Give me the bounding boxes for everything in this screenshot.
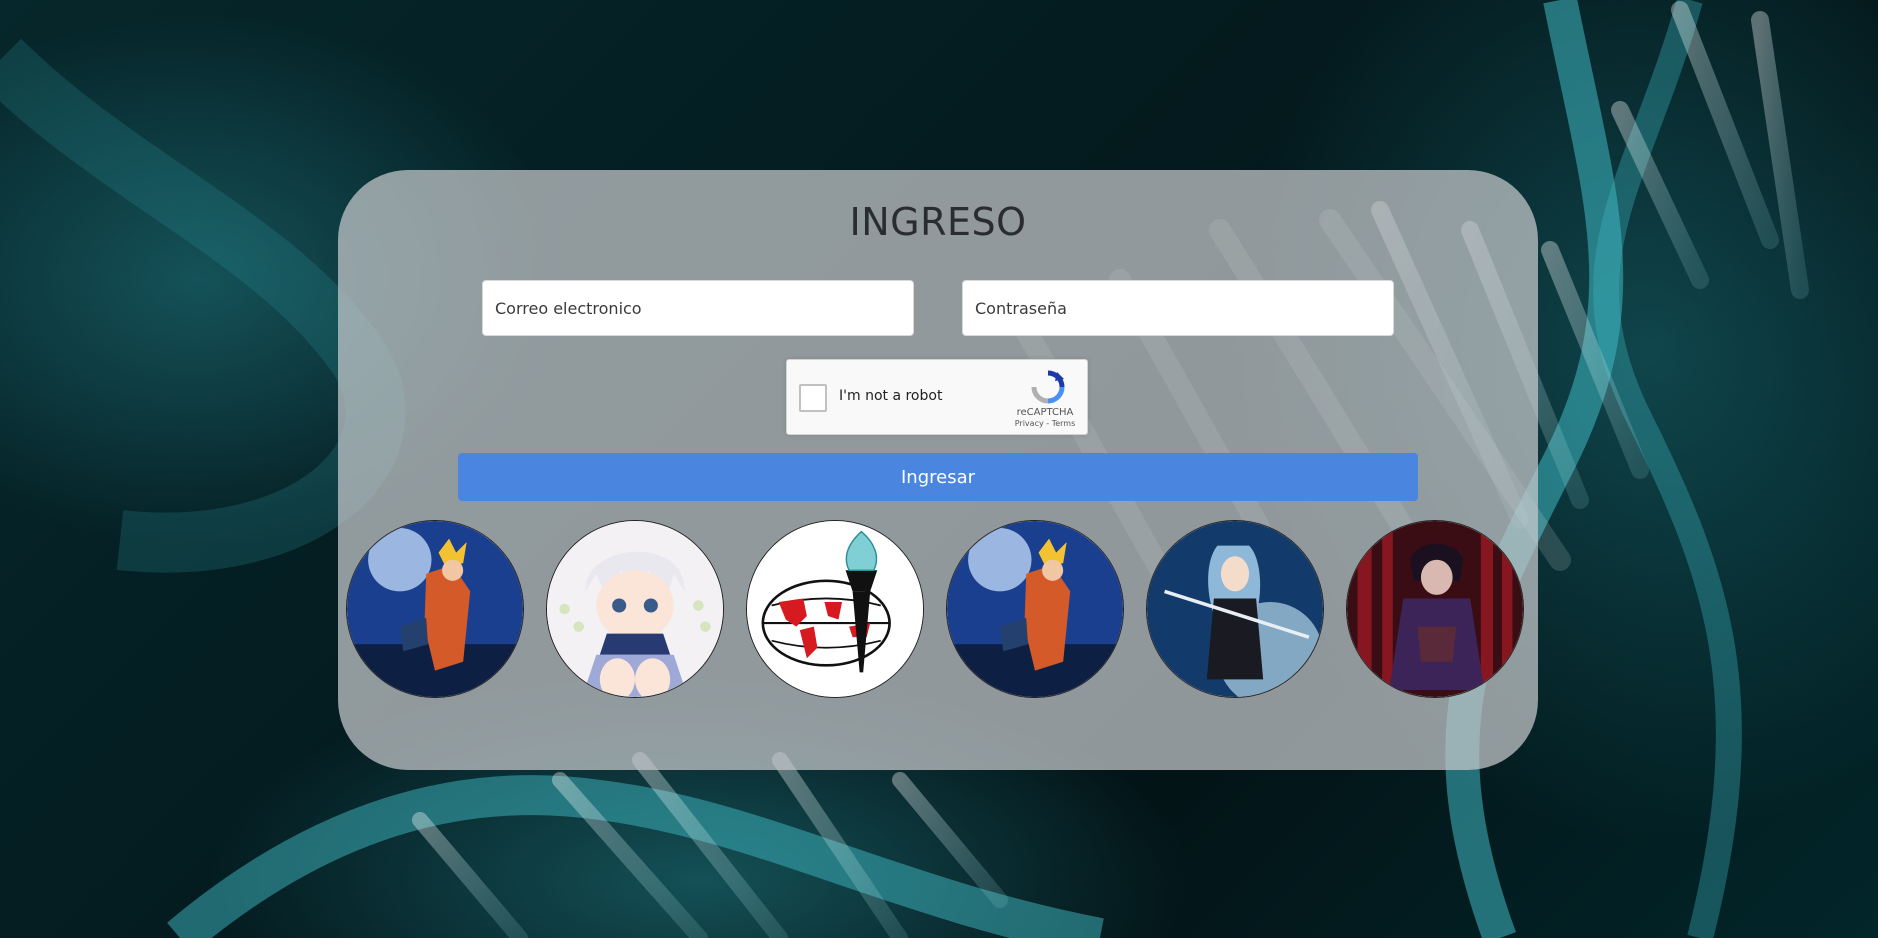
avatar-row [346,520,1536,700]
globe-torch-logo-icon [747,521,923,697]
avatar-white-hair-boy[interactable] [546,520,724,698]
recaptcha-checkbox[interactable] [799,384,827,412]
recaptcha-terms-link[interactable]: Terms [1052,419,1076,428]
login-button[interactable]: Ingresar [458,453,1418,501]
anime-ninja-portrait-icon [347,521,523,697]
password-field[interactable] [962,280,1394,336]
avatar-swordswoman[interactable] [1146,520,1324,698]
avatar-ninja-blue[interactable] [346,520,524,698]
avatar-dark-red[interactable] [1346,520,1524,698]
anime-boy-portrait-icon [547,521,723,697]
anime-dark-portrait-icon [1347,521,1523,697]
anime-ninja-portrait-icon [947,521,1123,697]
recaptcha-widget: I'm not a robot reCAPTCHA Privacy - Term… [786,359,1088,435]
avatar-institution-logo[interactable] [746,520,924,698]
login-card: INGRESO I'm not a robot reCAPTCHA Privac… [338,170,1538,770]
recaptcha-brand: reCAPTCHA [1016,407,1074,418]
avatar-ninja-blue-2[interactable] [946,520,1124,698]
anime-sword-portrait-icon [1147,521,1323,697]
recaptcha-label: I'm not a robot [839,388,943,404]
recaptcha-separator: - [1043,419,1052,428]
recaptcha-links: Privacy - Terms [1013,419,1077,428]
recaptcha-logo-icon [1031,370,1065,404]
recaptcha-privacy-link[interactable]: Privacy [1015,419,1044,428]
page-title: INGRESO [849,200,1027,244]
email-field[interactable] [482,280,914,336]
